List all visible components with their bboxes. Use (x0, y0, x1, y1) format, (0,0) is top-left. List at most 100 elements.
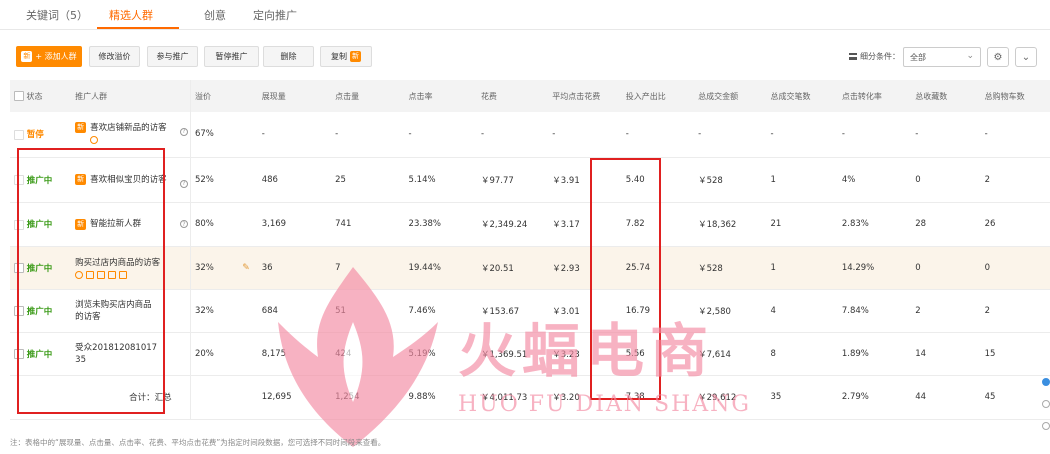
clock-icon[interactable] (90, 135, 99, 144)
carts: 15 (980, 332, 1050, 376)
segment-label-text: 细分条件： (860, 52, 900, 61)
help-icon[interactable]: ? (179, 220, 188, 228)
header-cost[interactable]: 花费 (476, 80, 549, 112)
table-row: 推广中 购买过店内商品的访客 32% ✎ 36 7 19.44% ￥20.51 … (10, 246, 1050, 290)
orders: 4 (766, 289, 838, 333)
table-header-row: 状态 推广人群 溢价 展现量 点击量 点击率 花费 平均点击花费 投入产出比 总… (10, 80, 1050, 112)
impressions: 3,169 (257, 202, 332, 247)
ctr: - (404, 112, 477, 158)
premium[interactable]: 32% (190, 289, 258, 333)
favorites: 0 (911, 246, 981, 290)
header-clicks[interactable]: 点击量 (331, 80, 405, 112)
carts: 0 (980, 246, 1050, 290)
expand-button[interactable]: ⌄ (1015, 47, 1037, 67)
crowd-name[interactable]: 喜欢店铺新品的访客 (90, 122, 167, 134)
ctr: 23.38% (404, 202, 477, 247)
header-ctr[interactable]: 点击率 (404, 80, 477, 112)
impressions: 684 (257, 289, 332, 333)
carts: 2 (980, 157, 1050, 203)
gear-icon: ⚙ (993, 51, 1003, 63)
header-carts[interactable]: 总购物车数 (980, 80, 1050, 112)
top-icon[interactable] (1042, 422, 1050, 430)
new-badge: 新 (350, 51, 361, 62)
chevron-down-icon: ⌄ (966, 51, 974, 61)
cost: ￥1,369.51 (476, 332, 549, 376)
header-favorites[interactable]: 总收藏数 (911, 80, 981, 112)
delete-button[interactable]: 删除 (263, 46, 314, 67)
header-gmv[interactable]: 总成交金额 (694, 80, 767, 112)
chat-icon[interactable] (1042, 378, 1050, 386)
cvr: - (837, 112, 912, 158)
favorites: 14 (911, 332, 981, 376)
crowd-table: 状态 推广人群 溢价 展现量 点击量 点击率 花费 平均点击花费 投入产出比 总… (10, 80, 1050, 420)
side-float-tools (1042, 378, 1050, 448)
clicks: 741 (331, 202, 405, 247)
header-orders[interactable]: 总成交笔数 (766, 80, 838, 112)
edit-premium-icon[interactable]: ✎ (242, 263, 250, 273)
add-crowd-button[interactable]: 新 + 添加人群 (16, 46, 82, 67)
premium[interactable]: 52% (190, 157, 258, 203)
total-orders: 35 (766, 375, 838, 420)
orders: - (766, 112, 838, 158)
select-all-checkbox[interactable] (14, 91, 24, 101)
orders: 21 (766, 202, 838, 247)
orders: 1 (766, 157, 838, 203)
footnote: 注：表格中的“展现量、点击量、点击率、花费、平均点击花费”为指定时间段数据，您可… (10, 438, 386, 447)
ctr: 5.19% (404, 332, 477, 376)
new-badge: 新 (21, 51, 33, 62)
ctr: 19.44% (404, 246, 477, 290)
segment-selected-value: 全部 (910, 53, 926, 62)
cost: ￥153.67 (476, 289, 549, 333)
premium[interactable]: 67% (190, 112, 258, 158)
row-checkbox[interactable] (14, 129, 24, 140)
header-premium[interactable]: 溢价 (190, 80, 258, 112)
segment-select[interactable]: 全部 ⌄ (903, 47, 981, 67)
header-crowd: 推广人群 (71, 80, 191, 112)
annotation-box-roi (590, 158, 661, 400)
gmv: ￥528 (694, 246, 767, 290)
clicks: - (331, 112, 405, 158)
ctr: 5.14% (404, 157, 477, 203)
cost: - (476, 112, 549, 158)
table-row: 推广中 新 喜欢相似宝贝的访客 ? 52% 486 25 5.14% ￥97.7… (10, 157, 1050, 203)
favorites: 28 (911, 202, 981, 247)
settings-button[interactable]: ⚙ (987, 47, 1009, 67)
tab-targeted-promotion[interactable]: 定向推广 (253, 7, 297, 23)
pause-promotion-button[interactable]: 暂停推广 (204, 46, 259, 67)
clicks: 424 (331, 332, 405, 376)
copy-button[interactable]: 复制 新 (320, 46, 372, 67)
tab-selected-crowds[interactable]: 精选人群 (109, 7, 153, 23)
tab-bar: 关键词（5） 精选人群 创意 定向推广 (0, 0, 1050, 30)
total-gmv: ￥29,612 (694, 375, 767, 420)
header-impressions[interactable]: 展现量 (257, 80, 332, 112)
help-icon[interactable]: ? (179, 127, 188, 136)
tab-creative[interactable]: 创意 (204, 7, 226, 23)
cvr: 4% (837, 157, 912, 203)
header-cvr[interactable]: 点击转化率 (837, 80, 912, 112)
carts: 2 (980, 289, 1050, 333)
header-cpc[interactable]: 平均点击花费 (548, 80, 622, 112)
table-row: 推广中 新 智能拉新人群 ? 80% 3,169 741 23.38% ￥2,3… (10, 202, 1050, 247)
premium[interactable]: 80% (190, 202, 258, 247)
total-impressions: 12,695 (257, 375, 332, 420)
tab-keywords[interactable]: 关键词（5） (26, 7, 88, 23)
carts: 26 (980, 202, 1050, 247)
total-row: 合计：汇总 12,695 1,254 9.88% ￥4,011.73 ￥3.20… (10, 375, 1050, 420)
help-icon[interactable]: ? (179, 179, 188, 188)
gmv: - (694, 112, 767, 158)
modify-premium-button[interactable]: 修改溢价 (89, 46, 140, 67)
join-promotion-button[interactable]: 参与推广 (147, 46, 198, 67)
favorites: 2 (911, 289, 981, 333)
carts: - (980, 112, 1050, 158)
header-roi[interactable]: 投入产出比 (621, 80, 695, 112)
gmv: ￥7,614 (694, 332, 767, 376)
ctr: 7.46% (404, 289, 477, 333)
feedback-icon[interactable] (1042, 400, 1050, 408)
copy-label: 复制 (331, 52, 347, 61)
cost: ￥2,349.24 (476, 202, 549, 247)
premium[interactable]: 32% (195, 263, 214, 273)
total-cvr: 2.79% (837, 375, 912, 420)
annotation-box-crowds (17, 148, 165, 414)
cvr: 14.29% (837, 246, 912, 290)
premium[interactable]: 20% (190, 332, 258, 376)
